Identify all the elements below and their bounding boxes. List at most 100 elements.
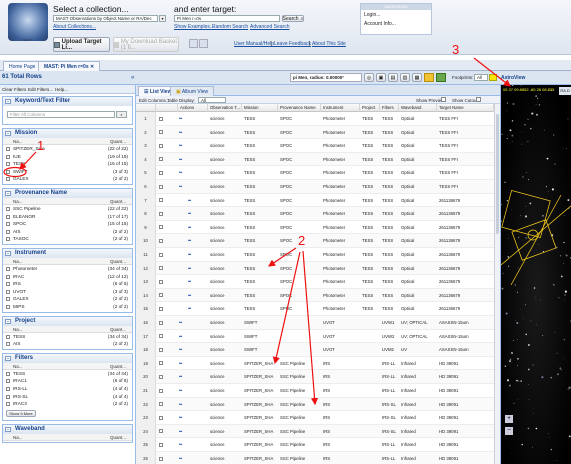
more-actions-icon[interactable]: ••• (179, 139, 182, 152)
about-site-link[interactable]: About This Site (312, 41, 346, 47)
facet-col-qty[interactable]: Quant... (110, 258, 126, 265)
table-row[interactable]: 19 ••• science SPITZER_SHA SSC Pipeline IRS IR… (136, 356, 494, 371)
grid-icon[interactable]: ▦ (412, 73, 422, 82)
more-actions-icon[interactable]: ••• (179, 398, 182, 411)
keyword-filter-input[interactable]: Filter All Columns (7, 111, 115, 118)
table-row[interactable]: 5 ••• science TESS SPOC Photometer TESS TESS Opt… (136, 166, 494, 180)
facet-item[interactable]: IRS-SL (4 of 4) (3, 393, 132, 401)
mast-logo[interactable] (8, 3, 48, 41)
header-filters[interactable]: Filters (380, 104, 399, 112)
show-preview-checkbox[interactable] (441, 97, 446, 102)
facet-item[interactable]: TESS (34 of 34) (3, 333, 132, 341)
more-actions-icon[interactable]: ••• (188, 207, 191, 220)
facet-header[interactable]: − Waveband (3, 424, 132, 434)
collapse-icon[interactable]: − (5, 355, 11, 361)
row-checkbox[interactable] (159, 347, 163, 352)
facet-item[interactable]: IRAC1 (6 of 6) (3, 377, 132, 385)
header-observation-type[interactable]: Observation T... (208, 104, 242, 112)
header-waveband[interactable]: Waveband (399, 104, 437, 112)
table-display-select[interactable]: All (198, 96, 226, 103)
facet-checkbox[interactable] (6, 289, 10, 294)
table-row[interactable]: 25 ••• science SPITZER_SHA SSC Pipeline IRS IR… (136, 438, 494, 452)
facet-col-qty[interactable]: Quant... (110, 363, 126, 370)
row-checkbox[interactable] (159, 374, 163, 379)
show-examples-link[interactable]: Show Examples... (174, 24, 214, 30)
facet-item[interactable]: ELEANOR (17 of 17) (3, 213, 132, 221)
facet-checkbox[interactable] (6, 371, 10, 376)
row-checkbox[interactable] (159, 306, 163, 311)
table-row[interactable]: 7 ••• science TESS SPOC Photometer TESS TESS Opt… (136, 193, 494, 208)
facet-col-name[interactable]: Na... (13, 138, 23, 145)
more-actions-icon[interactable]: ••• (179, 357, 182, 370)
more-actions-icon[interactable]: ••• (179, 411, 182, 424)
more-actions-icon[interactable]: ••• (179, 425, 182, 438)
table-row[interactable]: 26 ••• science SPITZER_SHA SSC Pipeline IRS IR… (136, 452, 494, 464)
row-checkbox[interactable] (159, 361, 163, 366)
edit-columns-button[interactable]: Edit Columns... (139, 98, 170, 103)
facet-item[interactable]: MIPS (2 of 2) (3, 303, 132, 311)
columns-icon[interactable]: ▥ (400, 73, 410, 82)
row-checkbox[interactable] (159, 415, 163, 420)
facet-item[interactable]: Photometer (34 of 34) (3, 265, 132, 273)
facet-checkbox[interactable] (6, 214, 10, 219)
facet-item[interactable]: AIS (2 of 2) (3, 228, 132, 236)
row-checkbox[interactable] (159, 238, 163, 243)
more-actions-icon[interactable]: ••• (179, 180, 182, 193)
row-checkbox[interactable] (159, 402, 163, 407)
facet-item[interactable]: SSC Pipeline (22 of 22) (3, 205, 132, 213)
facet-item[interactable]: UVOT (3 of 3) (3, 288, 132, 296)
footprint-color-swatch[interactable] (489, 74, 497, 81)
advanced-search-link[interactable]: Advanced Search (250, 24, 289, 30)
facet-item[interactable]: IRAC3 (2 of 2) (3, 400, 132, 408)
facet-col-qty[interactable]: Quant... (110, 434, 126, 441)
collapse-icon[interactable]: − (5, 131, 11, 136)
random-search-link[interactable]: Random Search (212, 24, 248, 30)
row-checkbox[interactable] (159, 252, 163, 257)
more-actions-icon[interactable]: ••• (179, 370, 182, 383)
facet-col-name[interactable]: Na... (13, 363, 23, 370)
facet-checkbox[interactable] (6, 207, 10, 211)
facet-item[interactable]: TESS (34 of 34) (3, 370, 132, 378)
table-row[interactable]: 3 ••• science TESS SPOC Photometer TESS TESS Opt… (136, 139, 494, 153)
facet-item[interactable]: GALEX (2 of 2) (3, 175, 132, 183)
collapse-icon[interactable]: − (5, 426, 11, 432)
camera-icon[interactable]: ▣ (376, 73, 386, 82)
facet-checkbox[interactable] (6, 147, 10, 151)
facet-header[interactable]: − Filters (3, 353, 132, 363)
keyword-filter-header[interactable]: − Keyword/Text Filter (3, 97, 132, 106)
row-checkbox[interactable] (159, 334, 163, 339)
more-actions-icon[interactable]: ••• (188, 289, 191, 302)
close-icon[interactable]: ✕ (90, 64, 94, 70)
row-checkbox[interactable] (159, 456, 163, 461)
row-checkbox[interactable] (159, 320, 163, 325)
facet-col-qty[interactable]: Quant... (110, 138, 126, 145)
facet-checkbox[interactable] (6, 169, 10, 174)
facet-checkbox[interactable] (6, 402, 10, 407)
more-actions-icon[interactable]: ••• (179, 330, 182, 343)
scrollbar-thumb[interactable] (496, 114, 499, 234)
header-checkbox[interactable] (156, 104, 178, 112)
login-link[interactable]: Login... (361, 10, 431, 20)
account-info-link[interactable]: Account Info... (361, 20, 431, 28)
table-row[interactable]: 10 ••• science TESS SPOC Photometer TESS TESS Op… (136, 234, 494, 248)
facet-item[interactable]: TASOC (2 of 2) (3, 235, 132, 243)
table-row[interactable]: 9 ••• science TESS SPOC Photometer TESS TESS Opt… (136, 220, 494, 235)
zoom-in-icon[interactable]: + (505, 415, 513, 423)
facet-item[interactable]: TESS (15 of 15) (3, 160, 132, 168)
more-actions-icon[interactable]: ••• (188, 275, 191, 288)
table-row[interactable]: 12 ••• science TESS SPOC Photometer TESS TESS Op… (136, 261, 494, 276)
download-basket-button[interactable]: My Download Basket (1 fi... (113, 37, 179, 52)
facet-checkbox[interactable] (6, 304, 10, 309)
table-row[interactable]: 14 ••• science TESS SPOC Photometer TESS TESS Op… (136, 288, 494, 303)
header-project[interactable]: Project (360, 104, 380, 112)
facet-item[interactable]: SPOC (15 of 15) (3, 220, 132, 228)
more-actions-icon[interactable]: ••• (179, 384, 182, 397)
facet-header[interactable]: − Instrument (3, 249, 132, 258)
edit-filters-button[interactable]: Edit Filters... (28, 87, 53, 92)
table-row[interactable]: 20 ••• science SPITZER_SHA SSC Pipeline IRS IR… (136, 370, 494, 384)
row-checkbox[interactable] (159, 225, 163, 230)
facet-checkbox[interactable] (6, 379, 10, 384)
facet-item[interactable]: IRS-LL (4 of 4) (3, 385, 132, 393)
header-actions[interactable]: Actions (178, 104, 208, 112)
facet-checkbox[interactable] (6, 297, 10, 302)
